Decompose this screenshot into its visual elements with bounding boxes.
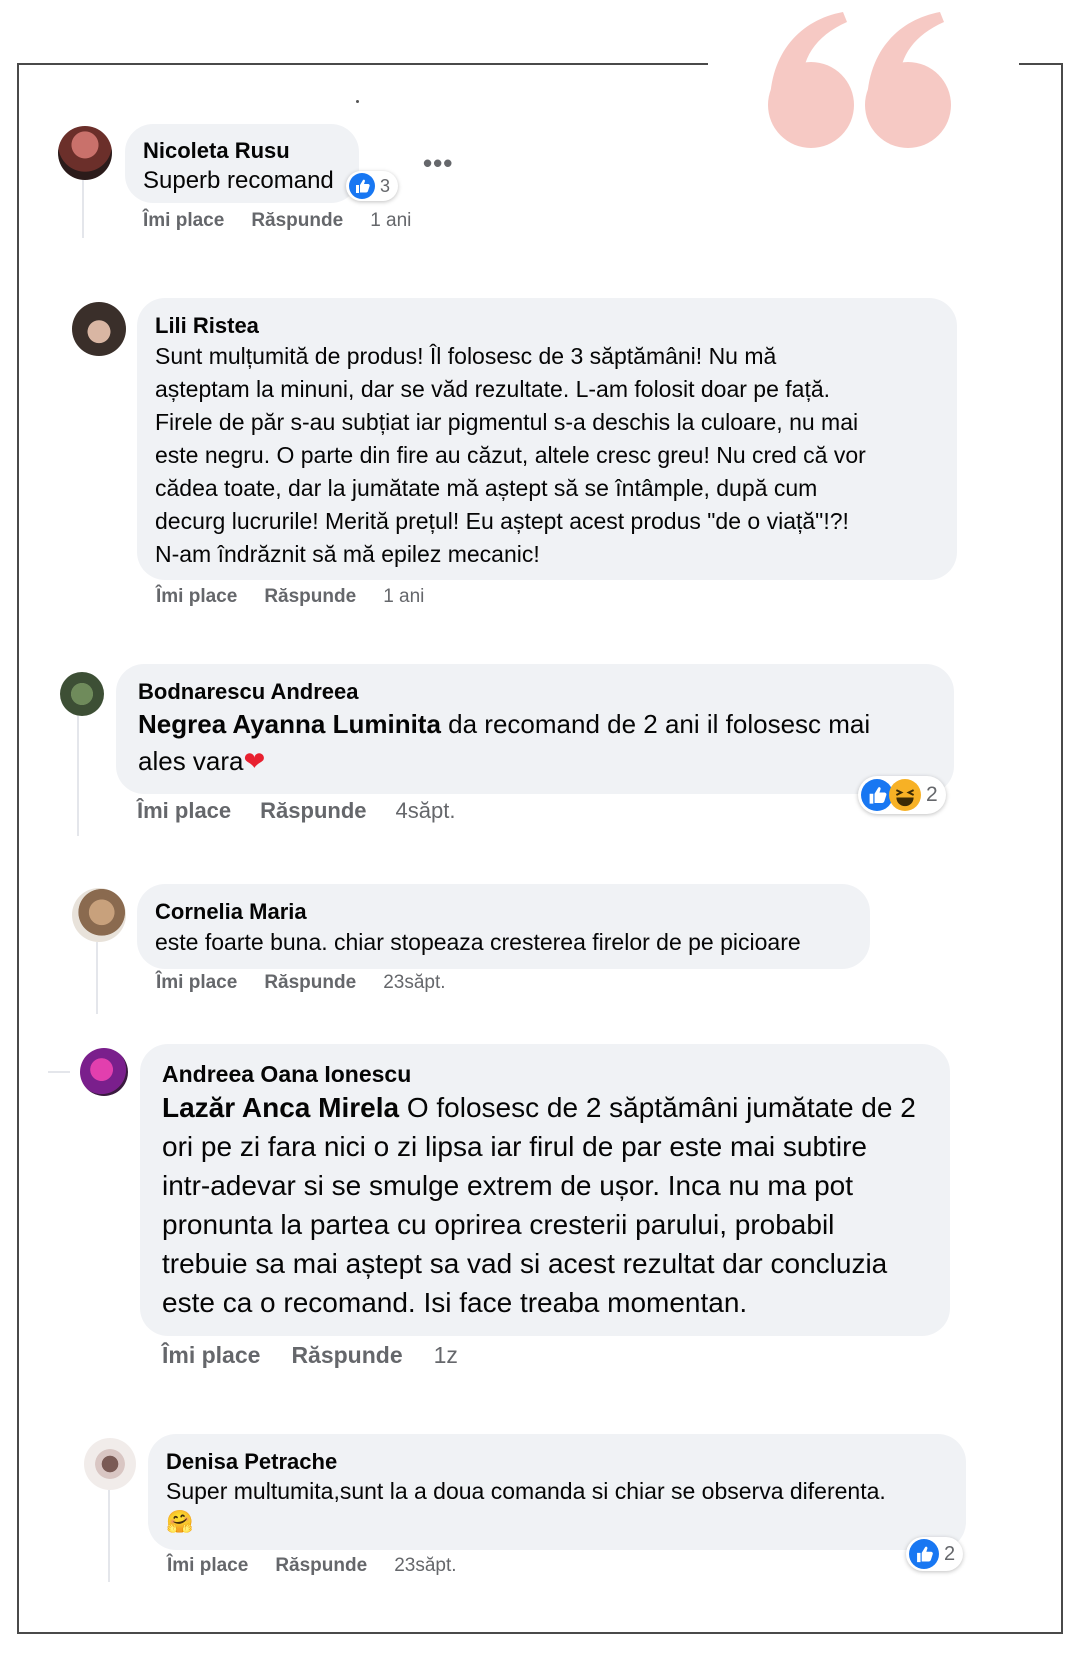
frame-top-left <box>17 63 708 65</box>
comment-bubble: Lili Ristea Sunt mulțumită de produs! Îl… <box>137 298 957 580</box>
reply-button[interactable]: Răspunde <box>264 586 356 608</box>
comment-text: Super multumita,sunt la a doua comanda s… <box>166 1478 886 1504</box>
comment-bubble: Nicoleta Rusu Superb recomand <box>125 124 359 203</box>
comment-text-rest: O folosesc de 2 săptămâni jumătate de 2 <box>399 1092 916 1123</box>
comment-author[interactable]: Lili Ristea <box>155 312 939 340</box>
reply-button[interactable]: Răspunde <box>260 798 366 824</box>
thread-line <box>96 942 98 1014</box>
comment-text-line: cădea toate, dar la jumătate mă aștept s… <box>155 475 818 501</box>
hugging-emoji: 🤗 <box>166 1509 194 1534</box>
reaction-count: 2 <box>926 783 938 806</box>
reaction-summary[interactable]: 2 <box>906 1537 964 1571</box>
comment-text-line: trebuie sa mai aștept sa vad si acest re… <box>162 1248 888 1279</box>
comment-actions: Îmi place Răspunde 23săpt. <box>156 972 446 994</box>
comment-time[interactable]: 23săpt. <box>394 1555 456 1577</box>
comment-bubble: Bodnarescu Andreea Negrea Ayanna Luminit… <box>116 664 954 794</box>
comment-time[interactable]: 1 ani <box>383 586 424 608</box>
like-button[interactable]: Îmi place <box>167 1555 248 1577</box>
comment-author[interactable]: Denisa Petrache <box>166 1448 948 1476</box>
like-button[interactable]: Îmi place <box>137 798 231 824</box>
reaction-summary[interactable]: 3 <box>346 171 399 201</box>
avatar[interactable] <box>60 672 104 716</box>
comment-text-line: ori pe zi fara nici o zi lipsa iar firul… <box>162 1131 867 1162</box>
comment-text-line: Firele de păr s-au subțiat iar pigmentul… <box>155 409 859 435</box>
quote-mark-icon <box>768 12 951 148</box>
avatar[interactable] <box>72 302 126 356</box>
comment-time[interactable]: 1z <box>434 1342 458 1369</box>
frame-left <box>17 63 19 1634</box>
comment-bubble: Cornelia Maria este foarte buna. chiar s… <box>137 884 870 969</box>
stray-dot <box>356 100 359 103</box>
comment-text-line: este ca o recomand. Isi face treaba mome… <box>162 1287 748 1318</box>
comment-time[interactable]: 4săpt. <box>396 798 456 824</box>
haha-icon <box>889 779 921 811</box>
comment-text-line: decurg lucrurile! Merită prețul! Eu aște… <box>155 508 849 534</box>
comment-text-line: așteptam la minuni, dar se văd rezultate… <box>155 376 831 402</box>
comment-bubble: Denisa Petrache Super multumita,sunt la … <box>148 1434 966 1550</box>
avatar[interactable] <box>58 126 112 180</box>
comment-text: Lazăr Anca Mirela O folosesc de 2 săptăm… <box>162 1088 928 1127</box>
more-options-button[interactable]: ••• <box>423 148 453 179</box>
comment-actions: Îmi place Răspunde 4săpt. <box>137 798 455 824</box>
reply-button[interactable]: Răspunde <box>264 972 356 994</box>
comment-text: este foarte buna. chiar stopeaza crester… <box>155 929 801 955</box>
reaction-count: 2 <box>944 1542 956 1565</box>
frame-top-right <box>1019 63 1063 65</box>
comment-author[interactable]: Andreea Oana Ionescu <box>162 1060 928 1088</box>
heart-emoji: ❤ <box>243 746 266 776</box>
like-button[interactable]: Îmi place <box>143 210 224 232</box>
like-icon <box>349 173 375 199</box>
reply-button[interactable]: Răspunde <box>291 1342 402 1369</box>
comment-text: ales vara❤ <box>138 743 932 780</box>
comment-text-line: Sunt mulțumită de produs! Îl folosesc de… <box>155 343 777 369</box>
like-icon <box>909 1539 939 1569</box>
reaction-count: 3 <box>380 175 391 196</box>
comment-text-line: ales vara <box>138 746 244 776</box>
thread-line <box>108 1490 110 1582</box>
comment-time[interactable]: 1 ani <box>370 210 411 232</box>
comment-bubble: Andreea Oana Ionescu Lazăr Anca Mirela O… <box>140 1044 950 1336</box>
comment-text: Superb recomand <box>143 167 334 194</box>
reply-button[interactable]: Răspunde <box>275 1555 367 1577</box>
avatar[interactable] <box>72 888 126 942</box>
avatar[interactable] <box>84 1438 136 1490</box>
reply-button[interactable]: Răspunde <box>251 210 343 232</box>
avatar[interactable] <box>80 1048 128 1096</box>
frame-bottom <box>17 1632 1063 1634</box>
mention-link[interactable]: Lazăr Anca Mirela <box>162 1092 399 1123</box>
mention-link[interactable]: Negrea Ayanna Luminita <box>138 709 441 739</box>
comment-text: Negrea Ayanna Luminita da recomand de 2 … <box>138 706 932 743</box>
comment-author[interactable]: Bodnarescu Andreea <box>138 678 932 706</box>
comment-text-line: este negru. O parte din fire au căzut, a… <box>155 442 866 468</box>
comment-time[interactable]: 23săpt. <box>383 972 445 994</box>
comment-actions: Îmi place Răspunde 1z <box>162 1342 458 1369</box>
comment-author[interactable]: Nicoleta Rusu <box>143 137 341 165</box>
comment-actions: Îmi place Răspunde 1 ani <box>143 210 411 232</box>
comment-actions: Îmi place Răspunde 23săpt. <box>167 1555 457 1577</box>
comment-text-rest: da recomand de 2 ani il folosesc mai <box>440 709 871 739</box>
comment-text-line: pronunta la partea cu oprirea cresterii … <box>162 1209 835 1240</box>
like-button[interactable]: Îmi place <box>156 586 237 608</box>
thread-line <box>77 716 79 836</box>
like-button[interactable]: Îmi place <box>162 1342 260 1369</box>
thread-connector <box>48 1071 70 1073</box>
thread-line <box>82 180 84 238</box>
frame-right <box>1061 63 1063 1634</box>
comment-text-line: N-am îndrăznit să mă epilez mecanic! <box>155 541 540 567</box>
comment-text-line: intr-adevar si se smulge extrem de ușor.… <box>162 1170 853 1201</box>
like-button[interactable]: Îmi place <box>156 972 237 994</box>
reaction-summary[interactable]: 2 <box>858 776 946 814</box>
comment-actions: Îmi place Răspunde 1 ani <box>156 586 424 608</box>
comment-author[interactable]: Cornelia Maria <box>155 898 852 926</box>
